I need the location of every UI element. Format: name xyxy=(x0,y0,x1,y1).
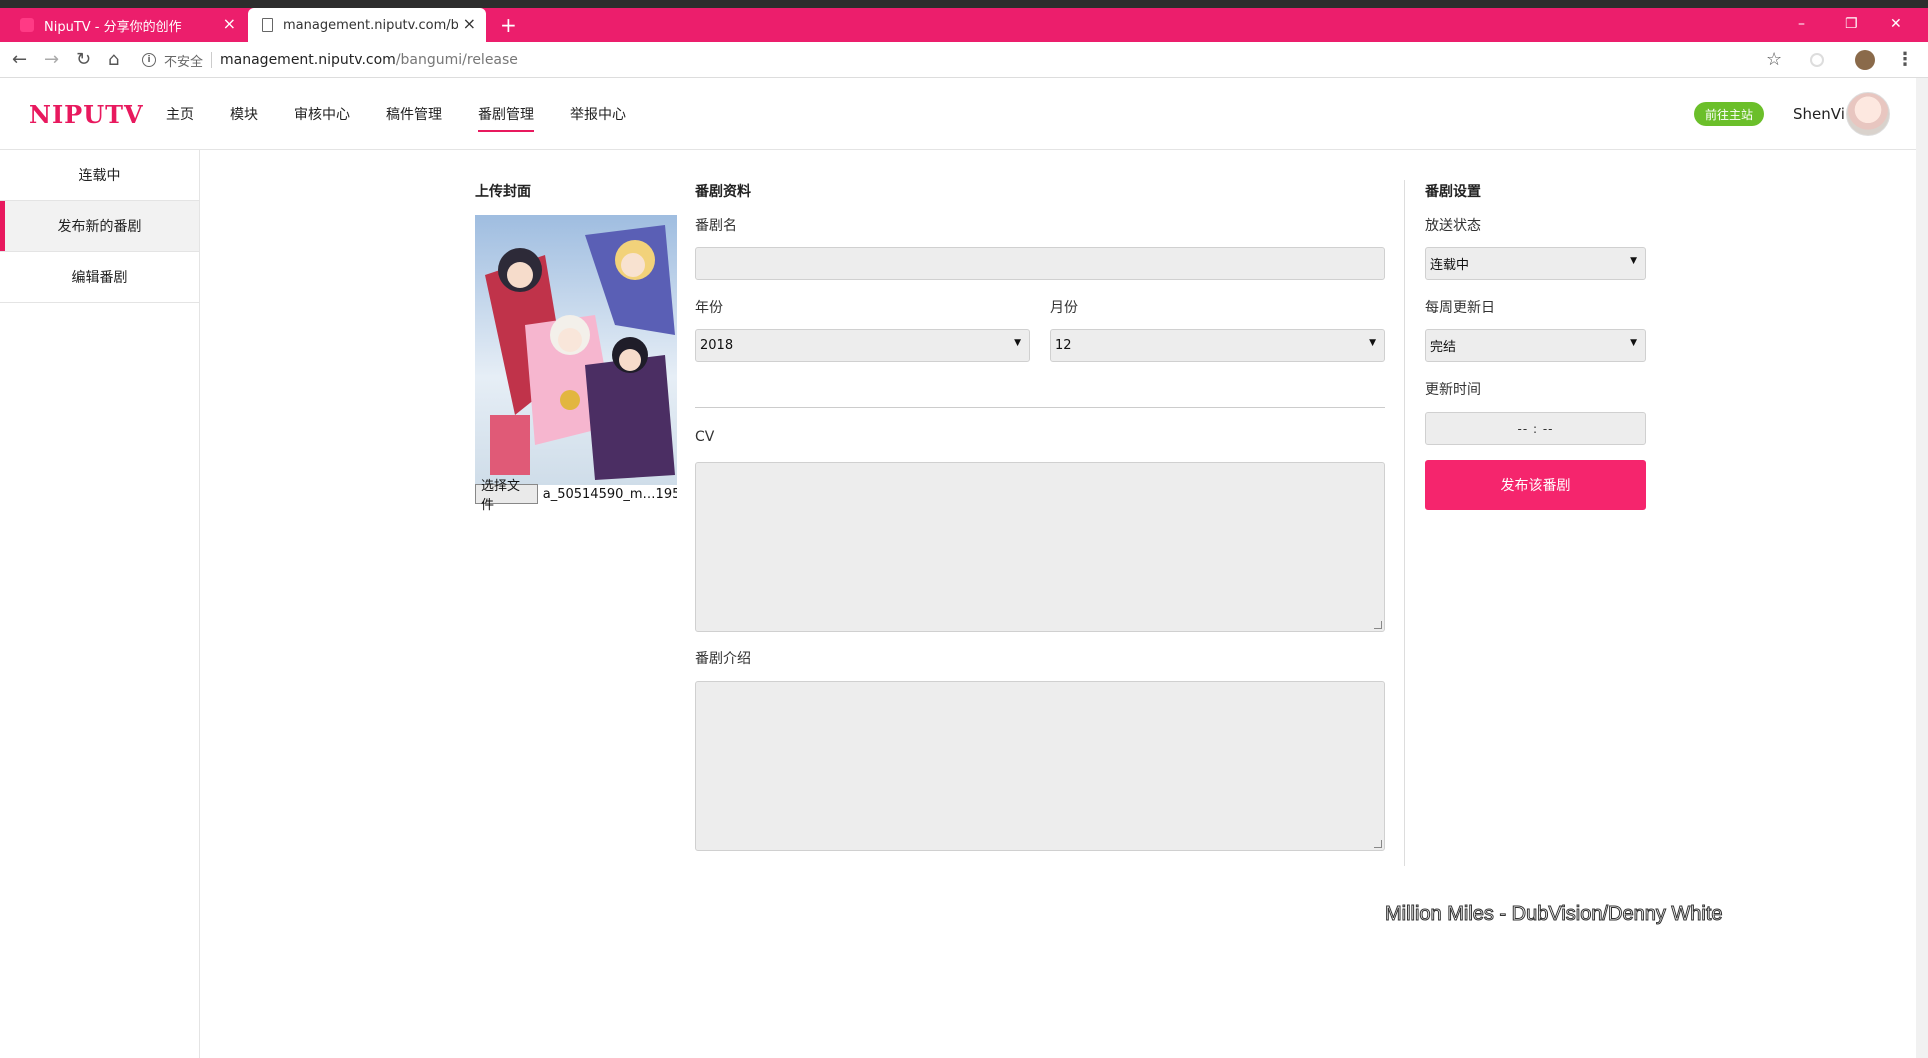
bangumi-name-input[interactable] xyxy=(695,247,1385,280)
cover-artwork xyxy=(475,215,677,485)
restore-icon[interactable]: ❐ xyxy=(1845,16,1858,32)
goto-main-site-button[interactable]: 前往主站 xyxy=(1694,102,1764,126)
forward-icon[interactable]: → xyxy=(44,50,59,70)
cv-textarea[interactable] xyxy=(695,462,1385,632)
month-select[interactable]: 12 ▼ xyxy=(1050,329,1385,362)
url-path: /bangumi/release xyxy=(395,52,518,68)
security-label: 不安全 xyxy=(164,54,204,70)
year-select[interactable]: 2018 ▼ xyxy=(695,329,1030,362)
bookmark-star-icon[interactable]: ☆ xyxy=(1766,49,1782,70)
sidebar-item-ongoing[interactable]: 连载中 xyxy=(0,150,199,201)
cover-preview-image xyxy=(475,215,677,485)
tab-management-release[interactable]: management.niputv.com/bangumi/release × xyxy=(248,8,486,42)
tab-title: NipuTV - 分享你的创作 xyxy=(44,19,182,35)
info-section-title: 番剧资料 xyxy=(695,184,751,200)
update-time-input[interactable]: -- : -- xyxy=(1425,412,1646,445)
intro-textarea[interactable] xyxy=(695,681,1385,851)
time-label: 更新时间 xyxy=(1425,382,1481,398)
publish-button[interactable]: 发布该番剧 xyxy=(1425,460,1646,510)
browser-menu-icon[interactable]: ⋮ xyxy=(1896,49,1914,70)
nav-review-center[interactable]: 审核中心 xyxy=(294,78,350,150)
tab-title: management.niputv.com/bangumi/release xyxy=(283,17,458,33)
tab-niputv-home[interactable]: NipuTV - 分享你的创作 × xyxy=(0,8,246,42)
year-label: 年份 xyxy=(695,300,723,316)
settings-section-title: 番剧设置 xyxy=(1425,184,1481,200)
user-avatar[interactable] xyxy=(1846,92,1890,136)
tab-close-icon[interactable]: × xyxy=(223,16,236,32)
resize-handle-icon[interactable] xyxy=(1374,621,1382,629)
name-label: 番剧名 xyxy=(695,218,737,234)
sidebar: 连载中 发布新的番剧 编辑番剧 xyxy=(0,150,200,1058)
url-host: management.niputv.com xyxy=(220,52,396,68)
home-icon[interactable]: ⌂ xyxy=(108,50,119,70)
url-separator xyxy=(211,52,213,68)
chevron-down-icon: ▼ xyxy=(1630,338,1637,348)
column-divider xyxy=(1404,180,1405,866)
year-value: 2018 xyxy=(700,338,734,353)
section-divider xyxy=(695,407,1385,408)
address-bar: ← → ↻ ⌂ i 不安全 management.niputv.com /ban… xyxy=(0,42,1928,78)
choose-file-button[interactable]: 选择文件 xyxy=(475,479,538,513)
username[interactable]: ShenVi xyxy=(1793,105,1845,123)
month-value: 12 xyxy=(1055,338,1072,353)
url-field[interactable]: i 不安全 management.niputv.com /bangumi/rel… xyxy=(142,47,1794,73)
status-select[interactable]: 连载中 ▼ xyxy=(1425,247,1646,280)
extension-icon[interactable] xyxy=(1810,53,1824,67)
chevron-down-icon: ▼ xyxy=(1369,338,1376,348)
nav-bangumi-management[interactable]: 番剧管理 xyxy=(478,78,534,150)
new-tab-icon[interactable]: + xyxy=(500,15,517,35)
site-info-icon[interactable]: i xyxy=(142,53,156,67)
selected-file-name: a_50514590_m…195 xyxy=(542,486,677,502)
niputv-logo[interactable]: NIPUTV xyxy=(29,100,144,129)
page-favicon-icon xyxy=(262,18,273,32)
browser-window: NipuTV - 分享你的创作 × management.niputv.com/… xyxy=(0,0,1928,1058)
nav-modules[interactable]: 模块 xyxy=(230,78,258,150)
cv-label: CV xyxy=(695,429,715,445)
cover-section-title: 上传封面 xyxy=(475,184,531,200)
chevron-down-icon: ▼ xyxy=(1014,338,1021,348)
nav-report-center[interactable]: 举报中心 xyxy=(570,78,626,150)
tab-close-icon[interactable]: × xyxy=(463,16,476,32)
reload-icon[interactable]: ↻ xyxy=(76,50,91,70)
resize-handle-icon[interactable] xyxy=(1374,840,1382,848)
file-upload-row: 选择文件 a_50514590_m…195 xyxy=(475,479,677,513)
window-top-strip xyxy=(0,0,1928,8)
page-scrollbar[interactable] xyxy=(1916,78,1928,1058)
window-close-icon[interactable]: ✕ xyxy=(1890,16,1902,32)
weekday-value: 完结 xyxy=(1430,340,1457,355)
sidebar-item-edit[interactable]: 编辑番剧 xyxy=(0,252,199,303)
chevron-down-icon: ▼ xyxy=(1630,256,1637,266)
status-label: 放送状态 xyxy=(1425,218,1481,234)
status-value: 连载中 xyxy=(1430,258,1470,273)
month-label: 月份 xyxy=(1050,300,1078,316)
profile-avatar-icon[interactable] xyxy=(1855,50,1875,70)
nav-home[interactable]: 主页 xyxy=(166,78,194,150)
now-playing-overlay: Million Miles - DubVision/Denny White xyxy=(1385,903,1724,926)
main-nav: 主页 模块 审核中心 稿件管理 番剧管理 举报中心 xyxy=(166,78,662,150)
sidebar-item-release-new[interactable]: 发布新的番剧 xyxy=(0,201,199,252)
weekday-select[interactable]: 完结 ▼ xyxy=(1425,329,1646,362)
nav-submissions[interactable]: 稿件管理 xyxy=(386,78,442,150)
site-header: NIPUTV 主页 模块 审核中心 稿件管理 番剧管理 举报中心 前往主站 Sh… xyxy=(0,78,1916,150)
niputv-favicon-icon xyxy=(20,18,34,32)
tab-bar: NipuTV - 分享你的创作 × management.niputv.com/… xyxy=(0,8,1928,42)
weekday-label: 每周更新日 xyxy=(1425,300,1495,316)
minimize-icon[interactable]: – xyxy=(1798,16,1805,32)
intro-label: 番剧介绍 xyxy=(695,651,751,667)
back-icon[interactable]: ← xyxy=(12,50,27,70)
